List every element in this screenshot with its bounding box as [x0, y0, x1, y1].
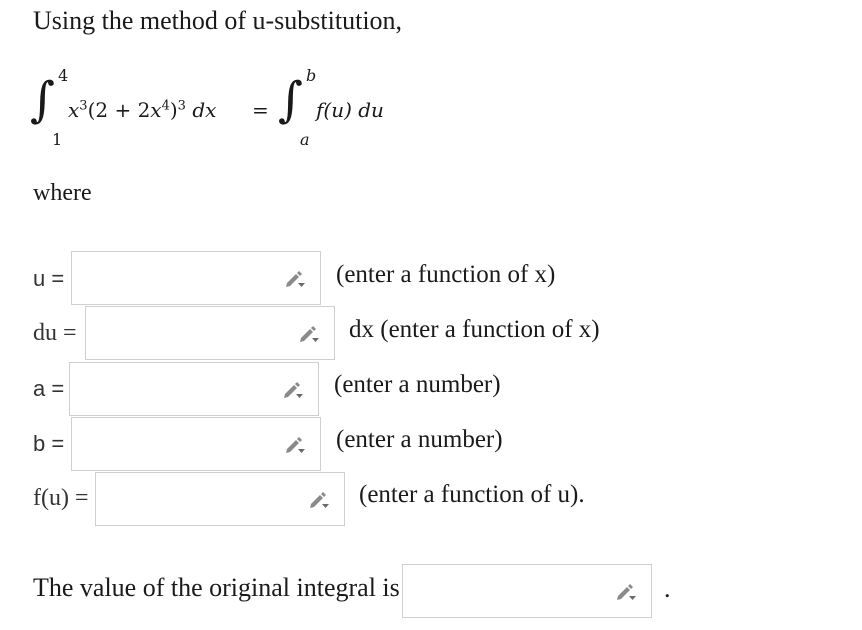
- dx: dx: [192, 98, 217, 122]
- exp-4: 4: [161, 98, 170, 114]
- hint-u: (enter a function of x): [336, 261, 556, 288]
- label-du: du =: [33, 320, 77, 346]
- paren-open: (2 + 2: [87, 98, 151, 122]
- pencil-dropdown-icon[interactable]: [308, 491, 330, 509]
- right-integrand: f(u) du: [316, 98, 384, 122]
- input-a[interactable]: [69, 362, 319, 416]
- hint-b: (enter a number): [336, 426, 503, 453]
- upper-limit-left: 4: [58, 66, 69, 85]
- pencil-dropdown-icon[interactable]: [298, 325, 320, 343]
- intro-text: Using the method of u-substitution,: [33, 6, 403, 35]
- pencil-dropdown-icon[interactable]: [615, 583, 637, 601]
- paren-close: ): [169, 98, 178, 122]
- final-period: .: [664, 574, 671, 603]
- f-of-u: f(u): [316, 98, 352, 122]
- exp-3: 3: [79, 98, 88, 114]
- left-integrand: x3(2 + 2x4)3 dx: [68, 98, 216, 122]
- hint-fu: (enter a function of u).: [359, 481, 585, 508]
- hint-a: (enter a number): [334, 371, 501, 398]
- final-question: The value of the original integral is: [33, 573, 400, 602]
- integral-equation: ∫ 4 1 x3(2 + 2x4)3 dx = ∫ b a f(u) du: [30, 60, 450, 160]
- integral-sign-left: ∫: [30, 72, 56, 128]
- integral-sign-right: ∫: [278, 72, 304, 128]
- pencil-dropdown-icon[interactable]: [282, 381, 304, 399]
- equals-sign: =: [252, 98, 269, 122]
- pencil-dropdown-icon[interactable]: [284, 270, 306, 288]
- lower-limit-right: a: [300, 130, 310, 149]
- exp-3-outer: 3: [177, 98, 186, 114]
- input-u[interactable]: [71, 251, 321, 305]
- input-fu[interactable]: [95, 472, 345, 526]
- label-fu: f(u) =: [33, 485, 89, 511]
- upper-limit-right: b: [306, 66, 317, 85]
- lower-limit-left: 1: [52, 130, 63, 149]
- input-du[interactable]: [85, 306, 335, 360]
- du: du: [358, 98, 384, 122]
- input-b[interactable]: [71, 417, 321, 471]
- label-u: u =: [33, 266, 65, 291]
- label-b: b =: [33, 431, 65, 456]
- pencil-dropdown-icon[interactable]: [284, 436, 306, 454]
- hint-du: dx (enter a function of x): [349, 316, 600, 343]
- label-a: a =: [33, 376, 65, 401]
- var-x-2: x: [150, 98, 162, 122]
- input-final-value[interactable]: [402, 564, 652, 618]
- where-text: where: [33, 180, 92, 206]
- var-x: x: [68, 98, 80, 122]
